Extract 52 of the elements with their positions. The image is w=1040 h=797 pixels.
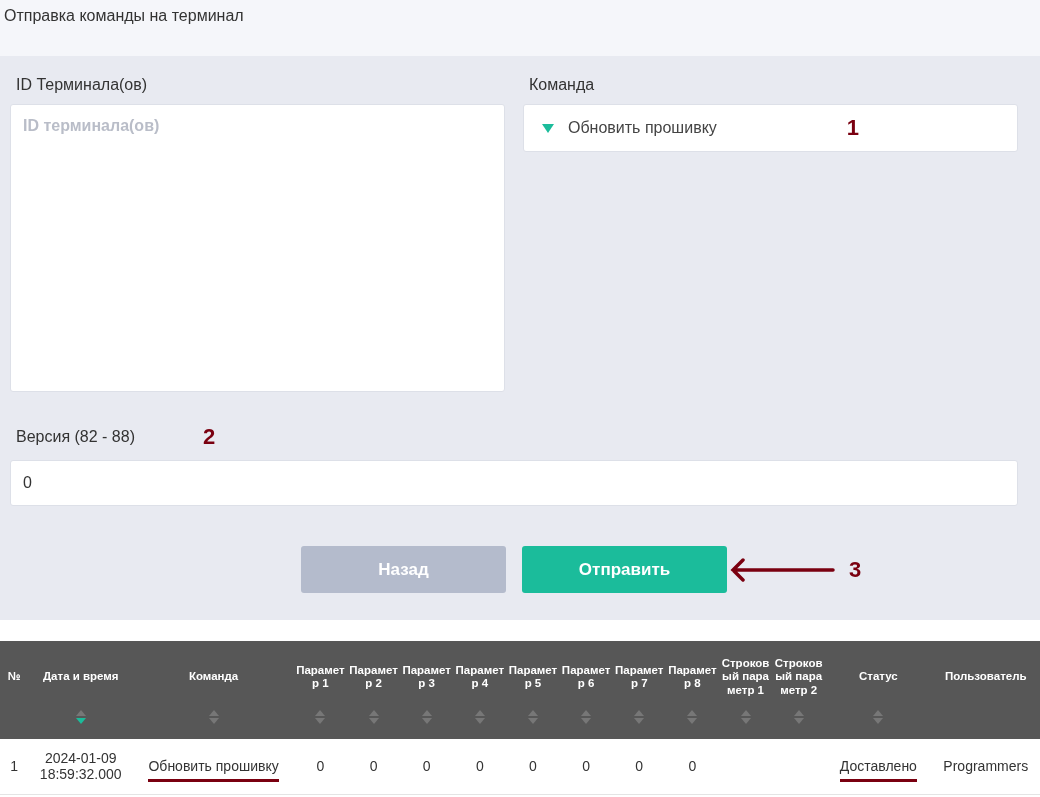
sort-icon[interactable] [74,709,87,725]
table-cell: 0 [529,758,537,775]
sort-icon[interactable] [739,709,752,725]
column-header: Дата и время [41,669,120,685]
table-cell: 0 [688,758,697,775]
column-header: Парамет р 4 [454,662,506,691]
version-field[interactable]: 0 [10,460,1018,506]
field-label: Версия (82 - 88) [16,428,135,446]
column-header: Строков ый пара метр 1 [720,656,771,698]
sort-icon[interactable] [872,709,885,725]
table-cell-text: 2024-01-09 18:59:32.000 [38,750,123,783]
annotation-number: 3 [849,556,862,583]
table-cell: 0 [316,758,325,775]
table-cell: 0 [635,758,644,775]
column-header: Строков ый пара метр 2 [773,656,824,698]
sort-icon[interactable] [314,709,327,725]
table-cell: 1 [10,758,18,775]
table-cell: Обновить прошивку [148,758,279,783]
sort-icon[interactable] [580,709,593,725]
sort-icon[interactable] [420,709,433,725]
table-cell: Доставлено [839,758,917,783]
page-title: Отправка команды на терминал [4,7,244,24]
terminal-id-field[interactable]: ID терминала(ов) [10,104,505,392]
annotation-number: 2 [203,424,216,450]
command-select[interactable]: Обновить прошивку 1 [523,104,1018,152]
column-header: Парамет р 5 [507,662,559,691]
field-label: ID Терминала(ов) [16,76,149,94]
sort-icon[interactable] [792,709,805,725]
annotation-number: 1 [846,115,859,141]
column-header: Парамет р 8 [667,662,718,691]
column-header: Парамет р 3 [401,662,452,691]
sort-icon[interactable] [367,709,380,725]
sort-icon[interactable] [633,709,646,725]
table-cell: 0 [475,758,484,775]
column-header: Парамет р 1 [295,662,346,691]
table-cell: 0 [369,758,378,775]
column-header: Статус [858,669,899,685]
table-cell: Programmers [943,758,1029,775]
sort-icon[interactable] [686,709,699,725]
caret-icon [542,123,554,133]
column-header: № [6,669,22,685]
table-cell: 0 [422,758,431,775]
sort-icon[interactable] [473,709,486,725]
sort-icon[interactable] [207,709,220,725]
column-header: Парамет р 6 [560,662,612,691]
field-label: Команда [529,76,596,94]
column-header: Парамет р 7 [614,662,665,691]
column-header: Команда [187,669,240,685]
column-header: Пользователь [944,669,1028,685]
table-cell: 0 [582,758,590,775]
column-header: Парамет р 2 [348,662,399,691]
sort-icon[interactable] [526,709,539,725]
